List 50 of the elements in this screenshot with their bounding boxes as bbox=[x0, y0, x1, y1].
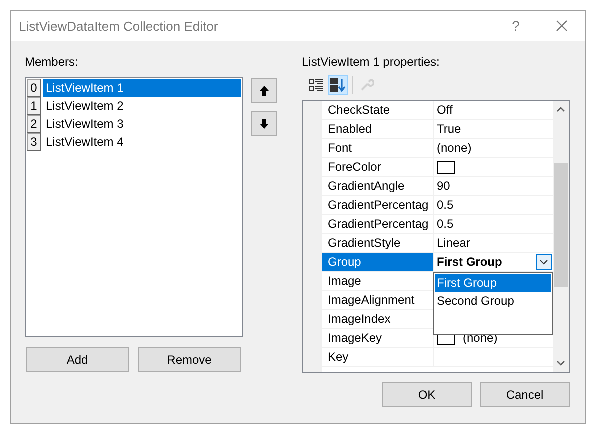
property-name[interactable]: Enabled bbox=[322, 120, 434, 139]
index-button[interactable]: 0 bbox=[27, 79, 41, 97]
property-name[interactable]: Font bbox=[322, 139, 434, 158]
move-up-button[interactable] bbox=[251, 78, 277, 103]
up-arrow-icon bbox=[260, 86, 268, 96]
list-item[interactable]: ListViewItem 3 bbox=[43, 115, 241, 133]
property-name[interactable]: GradientAngle bbox=[322, 177, 434, 196]
property-value[interactable]: Linear bbox=[437, 234, 470, 252]
scrollbar[interactable] bbox=[553, 101, 569, 372]
move-down-button[interactable] bbox=[251, 111, 277, 136]
property-name[interactable]: Key bbox=[322, 348, 434, 367]
list-item[interactable]: ListViewItem 2 bbox=[43, 97, 241, 115]
dialog-button[interactable]: OK bbox=[382, 382, 472, 407]
sort-alphabetical-button[interactable] bbox=[328, 75, 348, 95]
property-name[interactable]: ForeColor bbox=[322, 158, 434, 177]
property-name[interactable]: Group bbox=[322, 253, 434, 272]
scrollbar-thumb[interactable] bbox=[554, 163, 568, 287]
window-title: ListViewDataItem Collection Editor bbox=[19, 18, 220, 34]
dropdown-button[interactable] bbox=[536, 254, 552, 270]
property-value[interactable]: 90 bbox=[437, 177, 450, 195]
property-name[interactable]: GradientPercentag bbox=[322, 196, 434, 215]
property-value[interactable]: True bbox=[437, 120, 462, 138]
close-icon[interactable] bbox=[556, 20, 568, 32]
members-label: Members: bbox=[25, 55, 80, 71]
index-button[interactable]: 3 bbox=[27, 133, 41, 151]
property-value[interactable]: 0.5 bbox=[437, 215, 454, 233]
list-item[interactable]: ListViewItem 1 bbox=[43, 79, 241, 97]
scroll-up-icon[interactable] bbox=[557, 107, 565, 112]
color-swatch bbox=[437, 160, 455, 174]
property-name[interactable]: CheckState bbox=[322, 101, 434, 120]
dropdown-option[interactable]: First Group bbox=[435, 274, 551, 292]
action-button[interactable]: Remove bbox=[138, 347, 241, 372]
property-value[interactable]: (none) bbox=[437, 139, 472, 157]
action-button[interactable]: Add bbox=[26, 347, 129, 372]
down-arrow-icon bbox=[260, 118, 268, 128]
list-item[interactable]: ListViewItem 4 bbox=[43, 133, 241, 151]
index-button[interactable]: 1 bbox=[27, 97, 41, 115]
property-name[interactable]: ImageKey bbox=[322, 329, 434, 348]
help-button[interactable]: ? bbox=[493, 18, 539, 34]
property-value[interactable]: First Group bbox=[437, 253, 528, 271]
chevron-down-icon bbox=[540, 260, 548, 264]
categorized-list-icon[interactable] bbox=[309, 78, 323, 92]
properties-label: ListViewItem 1 properties: bbox=[302, 55, 441, 71]
property-value[interactable]: 0.5 bbox=[437, 196, 454, 214]
scroll-down-icon[interactable] bbox=[557, 361, 565, 366]
property-value[interactable]: Off bbox=[437, 101, 453, 119]
index-button[interactable]: 2 bbox=[27, 115, 41, 133]
dialog-button[interactable]: Cancel bbox=[480, 382, 570, 407]
property-name[interactable]: GradientPercentag bbox=[322, 215, 434, 234]
dropdown-option[interactable]: Second Group bbox=[435, 292, 551, 310]
